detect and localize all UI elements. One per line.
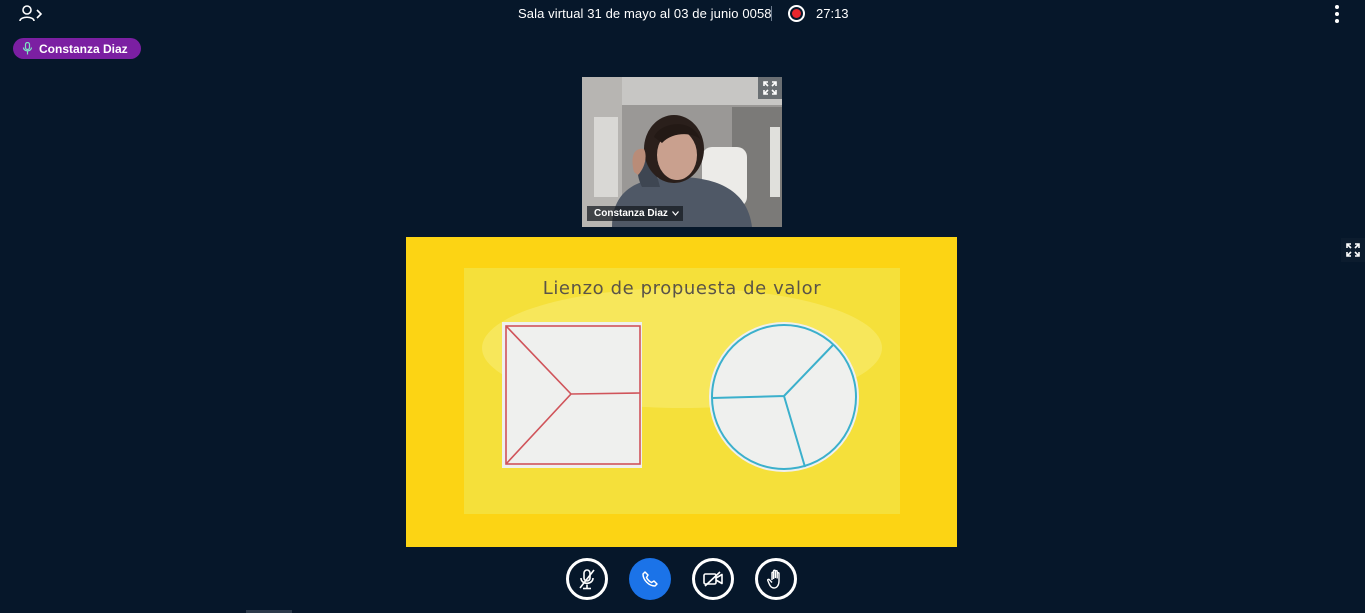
top-bar: Sala virtual 31 de mayo al 03 de junio 0… <box>0 0 1365 28</box>
slide-title: Lienzo de propuesta de valor <box>542 278 822 299</box>
webcam-user-label: Constanza Diaz <box>594 208 668 219</box>
microphone-slash-icon <box>579 569 595 590</box>
webcam-user-name[interactable]: Constanza Diaz <box>587 206 683 221</box>
talking-indicator[interactable]: Constanza Diaz <box>13 38 141 59</box>
hand-icon <box>767 569 780 589</box>
share-webcam-button[interactable] <box>692 558 734 600</box>
fullscreen-expand-icon[interactable] <box>758 77 782 99</box>
vertical-dots-icon[interactable] <box>1327 4 1347 24</box>
title-divider <box>771 6 772 21</box>
talker-name: Constanza Diaz <box>39 41 128 56</box>
value-proposition-canvas-drawing <box>464 268 900 514</box>
webcam-feed-image <box>582 77 782 227</box>
leave-audio-button[interactable] <box>629 558 671 600</box>
phone-icon <box>642 571 658 587</box>
meeting-title: Sala virtual 31 de mayo al 03 de junio 0… <box>518 6 772 21</box>
mute-audio-button[interactable] <box>566 558 608 600</box>
recording-time: 27:13 <box>816 6 849 21</box>
chevron-down-icon <box>671 211 679 216</box>
user-list-toggle-icon[interactable] <box>18 4 44 24</box>
action-bar <box>566 558 797 600</box>
camera-slash-icon <box>703 571 723 587</box>
record-dot <box>792 9 801 18</box>
webcam-video[interactable]: Constanza Diaz <box>582 77 782 227</box>
raise-hand-button[interactable] <box>755 558 797 600</box>
presentation-area: Lienzo de propuesta de valor <box>406 237 957 547</box>
record-indicator-icon[interactable] <box>788 5 805 22</box>
fullscreen-expand-icon[interactable] <box>1341 238 1365 262</box>
microphone-icon <box>22 42 33 55</box>
slide-content: Lienzo de propuesta de valor <box>464 268 900 514</box>
